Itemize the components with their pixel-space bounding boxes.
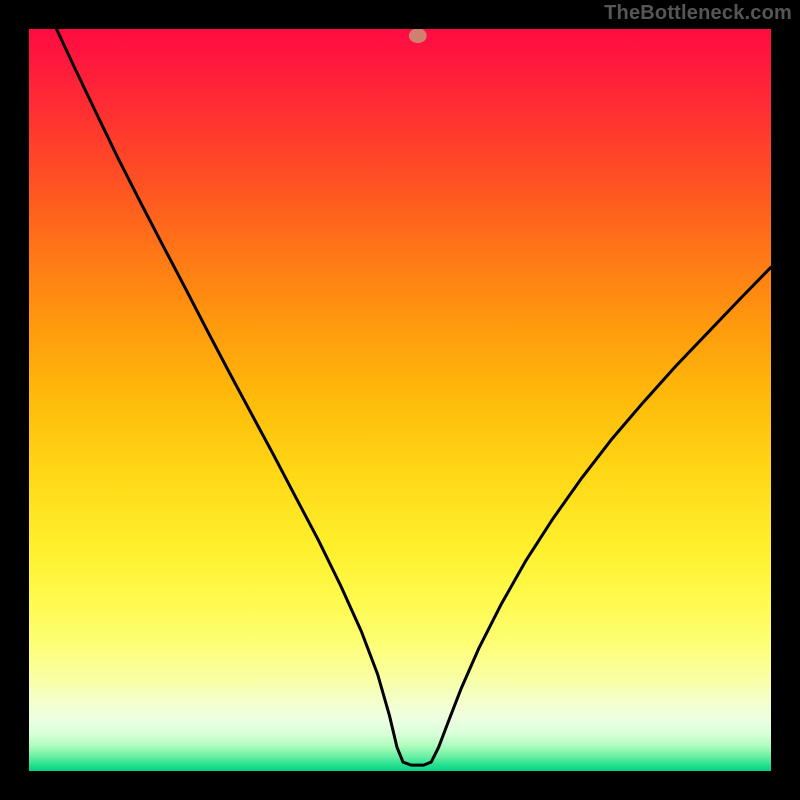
plot-background-gradient [29, 29, 771, 771]
watermark-text: TheBottleneck.com [604, 2, 792, 25]
bottleneck-chart [0, 0, 800, 800]
chart-frame: { "watermark": "TheBottleneck.com", "plo… [0, 0, 800, 800]
optimal-point-marker [409, 28, 427, 43]
